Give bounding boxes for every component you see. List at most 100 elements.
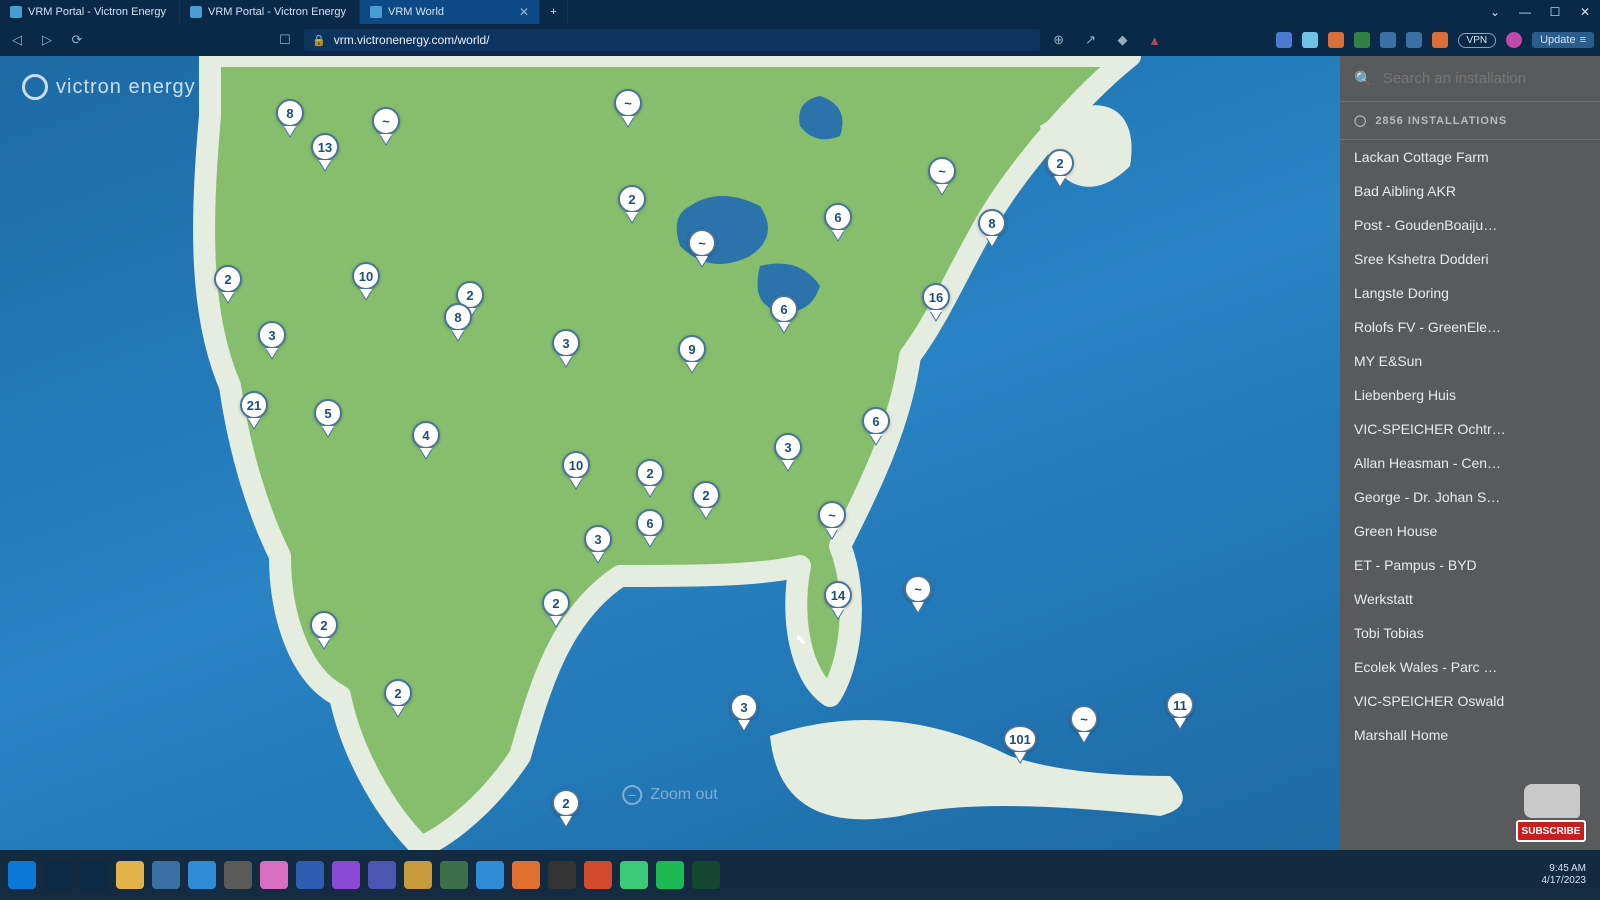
zoom-out-button[interactable]: − Zoom out [622,785,718,805]
installation-item[interactable]: Ecolek Wales - Parc … [1340,650,1600,684]
map-cluster-pin[interactable]: ~ [614,89,642,126]
notif-icon[interactable] [1432,32,1448,48]
new-tab-button[interactable]: + [540,0,568,24]
map-cluster-pin[interactable]: ~ [1070,705,1098,742]
map-cluster-pin[interactable]: 3 [584,525,612,562]
extension-icon[interactable] [1328,32,1344,48]
store-icon[interactable] [152,861,180,889]
app-icon[interactable] [440,861,468,889]
installation-item[interactable]: Tobi Tobias [1340,616,1600,650]
slack-icon[interactable] [260,861,288,889]
installation-item[interactable]: Bad Aibling AKR [1340,174,1600,208]
app-icon[interactable] [620,861,648,889]
map-cluster-pin[interactable]: 8 [444,303,472,340]
back-button[interactable]: ◁ [6,29,28,51]
map-cluster-pin[interactable]: 6 [770,295,798,332]
bookmark-icon[interactable]: ☐ [274,29,296,51]
map-cluster-pin[interactable]: 5 [314,399,342,436]
shield-icon[interactable]: ◆ [1112,29,1134,51]
search-row[interactable]: 🔍 [1340,56,1600,102]
maximize-button[interactable]: ☐ [1540,5,1570,19]
map-cluster-pin[interactable]: 3 [774,433,802,470]
firefox-icon[interactable] [512,861,540,889]
installation-item[interactable]: Green House [1340,514,1600,548]
map-cluster-pin[interactable]: 6 [862,407,890,444]
update-button[interactable]: Update≡ [1532,32,1594,48]
map-cluster-pin[interactable]: 6 [824,203,852,240]
installation-item[interactable]: Lackan Cottage Farm [1340,140,1600,174]
map-cluster-pin[interactable]: ~ [372,107,400,144]
installations-list[interactable]: Lackan Cottage FarmBad Aibling AKRPost -… [1340,140,1600,850]
brave-icon[interactable] [584,861,612,889]
installation-item[interactable]: VIC-SPEICHER Oswald [1340,684,1600,718]
installation-item[interactable]: Sree Kshetra Dodderi [1340,242,1600,276]
system-clock[interactable]: 9:45 AM 4/17/2023 [1542,863,1593,887]
map-cluster-pin[interactable]: 8 [276,99,304,136]
vpn-badge[interactable]: VPN [1458,33,1497,48]
map-cluster-pin[interactable]: 2 [692,481,720,518]
world-map[interactable]: victron energy 8~13~268~2~10228616339215… [0,56,1340,850]
subscribe-overlay[interactable]: SUBSCRIBE [1516,820,1586,842]
map-cluster-pin[interactable]: ~ [688,229,716,266]
explorer-icon[interactable] [116,861,144,889]
loop-icon[interactable] [332,861,360,889]
map-cluster-pin[interactable]: 10 [562,451,590,488]
terminal-icon[interactable] [692,861,720,889]
close-button[interactable]: ✕ [1570,5,1600,19]
taskbar-search[interactable] [44,861,72,889]
installation-item[interactable]: Werkstatt [1340,582,1600,616]
map-cluster-pin[interactable]: ~ [928,157,956,194]
map-cluster-pin[interactable]: ~ [818,501,846,538]
app-icon[interactable] [224,861,252,889]
paint-icon[interactable] [404,861,432,889]
windows-taskbar[interactable]: 9:45 AM 4/17/2023 [0,850,1600,900]
extension-icon[interactable] [1354,32,1370,48]
map-cluster-pin[interactable]: 8 [978,209,1006,246]
caret-down-icon[interactable]: ⌄ [1480,5,1510,19]
map-cluster-pin[interactable]: 2 [214,265,242,302]
map-cluster-pin[interactable]: 2 [542,589,570,626]
map-cluster-pin[interactable]: 2 [552,789,580,826]
sidepanel-icon[interactable] [1406,32,1422,48]
map-cluster-pin[interactable]: 101 [1003,725,1037,762]
search-input[interactable] [1383,70,1586,87]
app-icon[interactable] [548,861,576,889]
map-cluster-pin[interactable]: 2 [384,679,412,716]
map-cluster-pin[interactable]: 3 [258,321,286,358]
installation-item[interactable]: ET - Pampus - BYD [1340,548,1600,582]
installation-item[interactable]: Rolofs FV - GreenEle… [1340,310,1600,344]
spotify-icon[interactable] [656,861,684,889]
installation-item[interactable]: Marshall Home [1340,718,1600,752]
map-cluster-pin[interactable]: 16 [922,283,950,320]
forward-button[interactable]: ▷ [36,29,58,51]
address-bar[interactable]: 🔒 vrm.victronenergy.com/world/ [304,29,1040,51]
map-cluster-pin[interactable]: 9 [678,335,706,372]
word-icon[interactable] [296,861,324,889]
reload-button[interactable]: ⟳ [66,29,88,51]
map-cluster-pin[interactable]: 2 [636,459,664,496]
browser-tab[interactable]: VRM Portal - Victron Energy [0,0,180,24]
map-cluster-pin[interactable]: 11 [1166,691,1194,728]
installation-item[interactable]: Liebenberg Huis [1340,378,1600,412]
avatar-icon[interactable] [1506,32,1522,48]
puzzle-icon[interactable] [1380,32,1396,48]
share-icon[interactable]: ↗ [1080,29,1102,51]
extension-icon[interactable] [1276,32,1292,48]
installation-item[interactable]: Langste Doring [1340,276,1600,310]
app-icon[interactable] [476,861,504,889]
map-cluster-pin[interactable]: ~ [904,575,932,612]
tab-close-icon[interactable]: ✕ [519,5,529,19]
browser-tab[interactable]: VRM World✕ [360,0,540,24]
extension-icon[interactable] [1302,32,1318,48]
minimize-button[interactable]: — [1510,5,1540,19]
map-cluster-pin[interactable]: 2 [618,185,646,222]
map-cluster-pin[interactable]: 13 [311,133,339,170]
map-cluster-pin[interactable]: 21 [240,391,268,428]
installation-item[interactable]: George - Dr. Johan S… [1340,480,1600,514]
alert-icon[interactable]: ▲ [1144,29,1166,51]
zoom-icon[interactable]: ⊕ [1048,29,1070,51]
mail-icon[interactable] [188,861,216,889]
map-cluster-pin[interactable]: 6 [636,509,664,546]
installation-item[interactable]: VIC-SPEICHER Ochtr… [1340,412,1600,446]
taskview-icon[interactable] [80,861,108,889]
